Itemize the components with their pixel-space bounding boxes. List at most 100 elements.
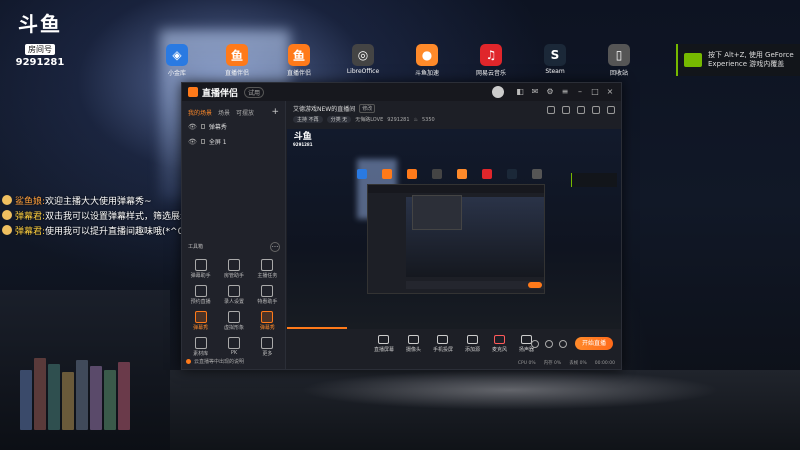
tool-icon — [194, 259, 207, 271]
preview-desktop-icon — [432, 169, 442, 179]
preview-desktop-icon — [507, 169, 517, 179]
toolbox-more-button[interactable]: ··· — [270, 242, 280, 252]
douyu-logo: 斗鱼 — [18, 12, 62, 36]
maximize-icon[interactable]: □ — [590, 87, 600, 97]
share-icon[interactable] — [562, 106, 570, 114]
app-icon: ◈ — [166, 44, 188, 66]
tool-item[interactable]: 虚拟形象 — [217, 311, 250, 331]
tab-scenes[interactable]: 场景 — [218, 108, 230, 117]
minimize-icon[interactable]: – — [575, 87, 585, 97]
lock-icon[interactable] — [200, 124, 205, 129]
desktop-icon[interactable]: ● 斗鱼加速 — [404, 44, 450, 77]
tool-icon — [261, 311, 274, 323]
preview-toast — [571, 173, 617, 187]
app-icon: S — [544, 44, 566, 66]
eye-icon[interactable]: 👁 — [188, 138, 197, 146]
tool-label: 素材库 — [193, 351, 209, 357]
avatar — [2, 210, 12, 220]
screen-capture-button[interactable]: 直播屏幕 — [374, 335, 394, 353]
start-live-button[interactable]: 开始直播 — [575, 337, 613, 350]
toolbox-grid: 弹幕助手 房管助手 主播任务 预约直播 录人设置 特惠助手 弹幕秀 虚拟形象 弹幕秀 素材库 PK 更… — [184, 259, 284, 357]
viewer-icon: ♨ — [413, 116, 418, 123]
tool-item[interactable]: 录人设置 — [217, 285, 250, 305]
record-icon[interactable] — [531, 340, 539, 348]
toast-line-2: Experience 游戏内覆盖 — [708, 60, 785, 68]
tool-item[interactable]: 素材库 — [184, 337, 217, 357]
geforce-toast[interactable]: 按下 Alt+Z, 使用 GeForce Experience 游戏内覆盖 — [676, 44, 800, 76]
add-scene-button[interactable]: + — [271, 107, 279, 117]
toast-line-1: 按下 Alt+Z, 使用 GeForce — [708, 51, 794, 59]
figure-on-floor — [300, 370, 720, 410]
shop-icon[interactable] — [577, 106, 585, 114]
tool-label: 主播任务 — [257, 273, 278, 279]
settings-icon[interactable]: ⚙ — [545, 87, 555, 97]
gift-icon[interactable] — [547, 106, 555, 114]
tool-icon — [194, 285, 207, 297]
tool-icon — [227, 285, 240, 297]
desktop-icon[interactable]: S Steam — [532, 44, 578, 75]
preview-toggle-icon[interactable] — [545, 340, 553, 348]
tool-icon — [227, 259, 240, 271]
desktop-icon[interactable]: 鱼直播伴侣 — [214, 44, 260, 77]
control-label: 添加源 — [465, 347, 481, 353]
preview-desktop-icon — [532, 169, 542, 179]
app-icon: ● — [416, 44, 438, 66]
tool-item[interactable]: 弹幕助手 — [184, 259, 217, 279]
message-icon[interactable]: ✉ — [530, 87, 540, 97]
tool-item[interactable]: 弹幕秀 — [184, 311, 217, 331]
tab-my-scenes[interactable]: 我的场景 — [188, 108, 212, 117]
nvidia-icon — [684, 53, 702, 67]
main-area: 艾德游戏NEW的直播间 修改 主持 不再 分类 无 无悔路LOVE 929128… — [287, 101, 621, 369]
tool-icon — [227, 337, 240, 349]
tool-item[interactable]: 更多 — [251, 337, 284, 357]
scene-item[interactable]: 👁 全屏 1 — [182, 134, 285, 149]
phone-cast-button[interactable]: 手机投屏 — [433, 335, 453, 353]
add-source-button[interactable]: 添加源 — [465, 335, 480, 353]
close-icon[interactable]: × — [605, 87, 615, 97]
edit-title-button[interactable]: 修改 — [359, 104, 376, 113]
desktop-icon[interactable]: ◎ LibreOffice — [340, 44, 386, 75]
tool-item[interactable]: 预约直播 — [184, 285, 217, 305]
tool-item[interactable]: 特惠助手 — [251, 285, 284, 305]
chat-line: 弹幕君: 使用我可以提升直播间趣味哦(*^0^*) — [2, 223, 206, 237]
app-icon: ♫ — [480, 44, 502, 66]
skin-icon[interactable]: ◧ — [515, 87, 525, 97]
toolbox-label: 工具箱 — [188, 244, 204, 250]
more-icon[interactable] — [607, 106, 615, 114]
recursive-preview — [367, 184, 545, 294]
version-badge[interactable]: 试用 — [244, 86, 265, 98]
app-icon: 鱼 — [226, 44, 248, 66]
desktop-icon[interactable]: ◈ 小金库 — [154, 44, 200, 77]
stream-preview[interactable]: 斗鱼 9291281 — [287, 129, 621, 329]
microphone-button[interactable]: 麦克风 — [492, 335, 507, 353]
scene-item[interactable]: 👁 弹幕秀 — [182, 119, 285, 134]
lock-icon[interactable] — [200, 139, 205, 144]
tool-icon — [261, 259, 274, 271]
desktop-icon[interactable]: 鱼直播伴侣 — [276, 44, 322, 77]
tab-placeable[interactable]: 可摆放 — [236, 108, 254, 117]
desktop-icon[interactable]: ♫ 网易云音乐 — [468, 44, 514, 77]
tool-item[interactable]: 房管助手 — [217, 259, 250, 279]
tool-icon — [194, 311, 207, 323]
notify-icon[interactable] — [592, 106, 600, 114]
camera-button[interactable]: 摄像头 — [406, 335, 421, 353]
tool-item[interactable]: PK — [217, 337, 250, 357]
stream-settings-icon[interactable] — [559, 340, 567, 348]
tool-item[interactable]: 弹幕秀 — [251, 311, 284, 331]
app-icon: ▯ — [608, 44, 630, 66]
chat-text: 使用我可以提升直播间趣味哦(*^0^*) — [45, 226, 199, 237]
danmaku-chat: 鲨鱼娘: 欢迎主播大大使用弹幕秀~ 弹幕君: 双击我可以设置弹幕样式，筛选展示哦… — [2, 193, 206, 238]
category-chip[interactable]: 分类 无 — [326, 116, 352, 123]
menu-icon[interactable]: ≡ — [560, 87, 570, 97]
left-footer-text: 云直播等中出现的说明 — [194, 359, 245, 365]
stream-title: 艾德游戏NEW的直播间 — [293, 106, 356, 113]
left-footer[interactable]: 云直播等中出现的说明 — [186, 358, 244, 365]
tool-label: 弹幕秀 — [193, 325, 209, 331]
tool-item[interactable]: 主播任务 — [251, 259, 284, 279]
eye-icon[interactable]: 👁 — [188, 123, 197, 131]
control-label: 手机投屏 — [432, 347, 453, 353]
tool-icon — [227, 311, 240, 323]
host-chip[interactable]: 主持 不再 — [293, 116, 323, 123]
desktop-icon[interactable]: ▯ 回收站 — [596, 44, 642, 77]
user-avatar[interactable] — [492, 86, 504, 98]
